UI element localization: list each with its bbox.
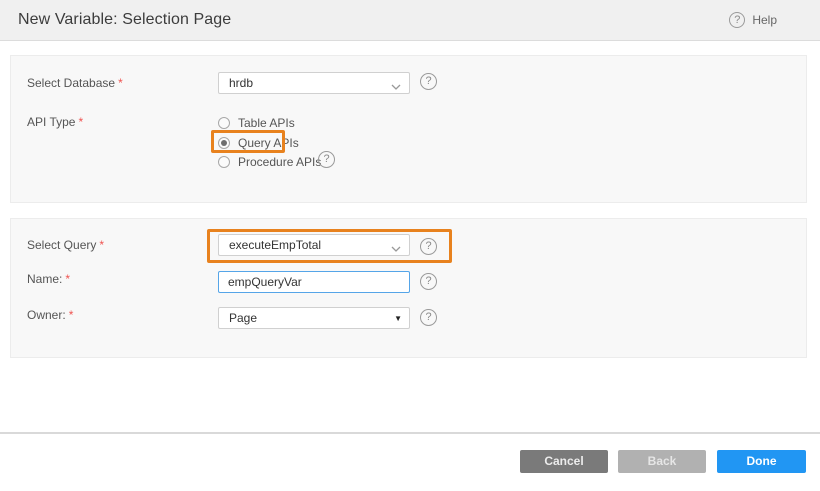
query-selection-panel: Select Query* executeEmpTotal ? Name:* ?… bbox=[10, 218, 807, 358]
back-button[interactable]: Back bbox=[618, 450, 706, 473]
api-selection-panel: Select Database* hrdb ? API Type* Table … bbox=[10, 55, 807, 203]
radio-option-procedure-apis[interactable]: Procedure APIs bbox=[218, 153, 321, 171]
select-database-label: Select Database* bbox=[27, 76, 123, 90]
caret-down-icon: ▼ bbox=[394, 314, 402, 323]
radio-label: Table APIs bbox=[238, 116, 295, 130]
page-title: New Variable: Selection Page bbox=[18, 0, 231, 40]
select-query-label: Select Query* bbox=[27, 238, 104, 252]
radio-label: Query APIs bbox=[238, 136, 299, 150]
help-icon: ? bbox=[729, 12, 745, 28]
owner-select[interactable]: Page ▼ bbox=[218, 307, 410, 329]
owner-label: Owner:* bbox=[27, 308, 73, 322]
required-asterisk: * bbox=[99, 238, 104, 252]
dialog-header: New Variable: Selection Page ? Help bbox=[0, 0, 820, 41]
required-asterisk: * bbox=[78, 115, 83, 129]
radio-icon bbox=[218, 117, 230, 129]
owner-help-icon[interactable]: ? bbox=[420, 309, 437, 326]
chevron-down-icon bbox=[391, 242, 401, 256]
required-asterisk: * bbox=[69, 308, 74, 322]
name-label: Name:* bbox=[27, 272, 70, 286]
radio-option-table-apis[interactable]: Table APIs bbox=[218, 114, 295, 132]
required-asterisk: * bbox=[65, 272, 70, 286]
new-variable-dialog: New Variable: Selection Page ? Help Sele… bbox=[0, 0, 820, 491]
database-dropdown[interactable]: hrdb bbox=[218, 72, 410, 94]
query-help-icon[interactable]: ? bbox=[420, 238, 437, 255]
database-dropdown-value: hrdb bbox=[229, 73, 253, 93]
radio-option-query-apis[interactable]: Query APIs bbox=[218, 134, 299, 152]
radio-icon-selected bbox=[218, 137, 230, 149]
owner-select-value: Page bbox=[229, 308, 257, 328]
help-label: Help bbox=[752, 13, 777, 27]
query-dropdown-value: executeEmpTotal bbox=[229, 235, 321, 255]
name-input[interactable] bbox=[218, 271, 410, 293]
cancel-button[interactable]: Cancel bbox=[520, 450, 608, 473]
radio-label: Procedure APIs bbox=[238, 155, 321, 169]
api-type-label: API Type* bbox=[27, 115, 83, 129]
required-asterisk: * bbox=[118, 76, 123, 90]
query-dropdown[interactable]: executeEmpTotal bbox=[218, 234, 410, 256]
name-help-icon[interactable]: ? bbox=[420, 273, 437, 290]
footer-divider bbox=[0, 432, 820, 434]
database-help-icon[interactable]: ? bbox=[420, 73, 437, 90]
done-button[interactable]: Done bbox=[717, 450, 806, 473]
chevron-down-icon bbox=[391, 80, 401, 94]
procedure-apis-help-icon[interactable]: ? bbox=[318, 151, 335, 168]
help-button[interactable]: ? Help bbox=[729, 0, 777, 40]
radio-icon bbox=[218, 156, 230, 168]
